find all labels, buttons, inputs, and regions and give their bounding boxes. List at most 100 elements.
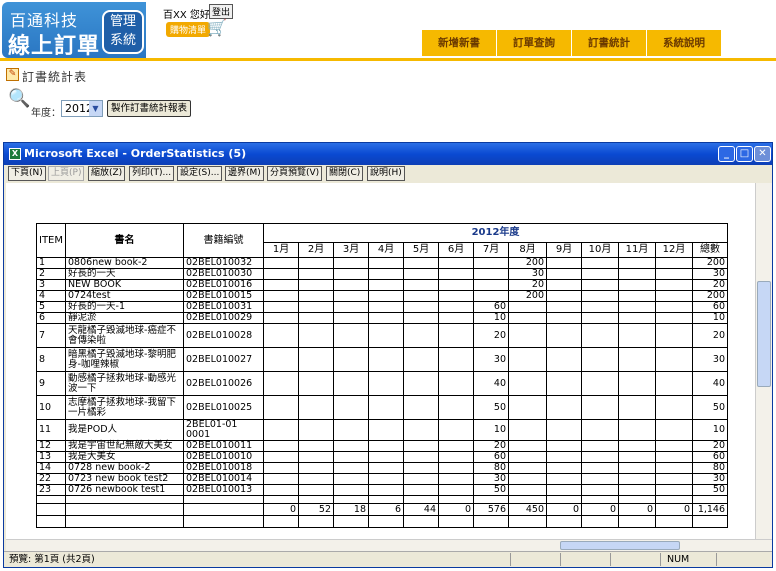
cell-empty <box>65 515 185 528</box>
cell-qty <box>618 279 657 291</box>
nav-new-book[interactable]: 新增新書 <box>422 30 497 56</box>
margins-button[interactable]: 邊界(M) <box>225 166 264 181</box>
cell-qty <box>438 484 475 496</box>
cell-qty <box>263 419 300 441</box>
cell-qty <box>368 462 405 474</box>
page-break-preview-button[interactable]: 分頁預覽(V) <box>267 166 323 181</box>
maximize-icon[interactable]: □ <box>736 146 753 162</box>
cell-total: 450 <box>508 503 548 516</box>
setup-button[interactable]: 設定(S)... <box>177 166 223 181</box>
make-report-button[interactable]: 製作訂書統計報表 <box>107 100 192 117</box>
cell-qty <box>333 312 370 324</box>
cell-total: 0 <box>618 503 657 516</box>
cell-qty <box>263 451 300 463</box>
cell-code: 02BEL010016 <box>183 279 265 291</box>
head-month: 10月 <box>581 241 620 259</box>
year-select[interactable]: 2012 ▼ <box>61 100 103 117</box>
cell-name: 0723 new book test2 <box>65 473 185 485</box>
head-month: 1月 <box>263 241 300 259</box>
vertical-scrollbar[interactable] <box>755 183 772 539</box>
chevron-down-icon[interactable]: ▼ <box>89 101 102 116</box>
cell-qty <box>581 290 620 302</box>
cell-empty <box>655 515 694 528</box>
nav-order-query[interactable]: 訂單查詢 <box>497 30 572 56</box>
shopping-cart-icon[interactable]: 🛒 <box>207 18 227 37</box>
table-row: 11 我是POD人 2BEL01-01 0001 10 10 <box>35 419 729 441</box>
help-button[interactable]: 說明(H) <box>367 166 405 181</box>
cell-empty <box>438 515 475 528</box>
zoom-button[interactable]: 縮放(Z) <box>88 166 126 181</box>
minimize-icon[interactable]: _ <box>718 146 735 162</box>
cell-qty <box>368 473 405 485</box>
close-icon[interactable]: ✕ <box>754 146 771 162</box>
cell-qty <box>508 484 548 496</box>
cell-qty <box>546 451 583 463</box>
cell-qty <box>546 312 583 324</box>
cell-name: NEW BOOK <box>65 279 185 291</box>
cell-empty <box>581 515 620 528</box>
logout-button[interactable]: 登出 <box>209 4 234 19</box>
horizontal-scroll-thumb[interactable] <box>560 541 680 550</box>
cell-name: 天龍橘子毀滅地球-癌症不會傳染啦 <box>65 323 185 348</box>
cell-code: 02BEL010030 <box>183 268 265 280</box>
cell-qty <box>333 473 370 485</box>
cart-button[interactable]: 購物清單 <box>166 22 211 37</box>
cell-empty <box>473 515 510 528</box>
nav-help[interactable]: 系統說明 <box>647 30 722 56</box>
cell-qty <box>581 268 620 280</box>
logo-line2: 線上訂單 <box>8 34 101 59</box>
prev-page-button[interactable]: 上頁(P) <box>48 166 85 181</box>
main-nav: 新增新書 訂單查詢 訂書統計 系統說明 <box>422 30 722 56</box>
excel-icon: X <box>9 148 21 160</box>
cell-qty <box>368 301 405 313</box>
site-logo[interactable]: 百通科技 線上訂單 管理 系統 <box>2 2 146 59</box>
cell-qty <box>618 301 657 313</box>
cell-name: 0806new book-2 <box>65 257 185 269</box>
table-row: 5 好長的一天-1 02BEL010031 60 60 <box>35 301 729 313</box>
cell-qty <box>618 419 657 441</box>
cell-code: 02BEL010029 <box>183 312 265 324</box>
cell-qty <box>581 462 620 474</box>
cell-qty <box>263 323 300 348</box>
cell-qty: 60 <box>473 301 510 313</box>
cell-qty <box>263 312 300 324</box>
cell-qty <box>333 347 370 372</box>
cell-item: 9 <box>35 371 67 396</box>
cell-qty <box>655 473 694 485</box>
cell-qty <box>655 440 694 452</box>
head-month: 5月 <box>403 241 440 259</box>
cell-total: 0 <box>655 503 694 516</box>
close-button[interactable]: 關閉(C) <box>326 166 364 181</box>
cell-name: 志摩橘子拯救地球-我留下一片橘彩 <box>65 395 185 420</box>
horizontal-scrollbar[interactable] <box>6 539 772 551</box>
cell-qty <box>581 371 620 396</box>
cell-qty <box>438 312 475 324</box>
cell-empty <box>368 515 405 528</box>
cell-qty <box>655 484 694 496</box>
cell-qty <box>298 301 335 313</box>
cell-code: 02BEL010027 <box>183 347 265 372</box>
cell-empty <box>618 515 657 528</box>
cell-name: 我是POD人 <box>65 419 185 441</box>
print-button[interactable]: 列印(T)... <box>129 166 175 181</box>
cell-qty <box>263 484 300 496</box>
vertical-scroll-thumb[interactable] <box>757 281 771 387</box>
cell-qty: 30 <box>473 473 510 485</box>
cell-qty <box>508 347 548 372</box>
cell-empty <box>35 503 67 516</box>
logo-badge-line1: 管理 <box>109 14 136 29</box>
cell-qty <box>581 395 620 420</box>
cell-qty <box>618 312 657 324</box>
cell-qty <box>298 279 335 291</box>
cell-qty <box>581 473 620 485</box>
next-page-button[interactable]: 下頁(N) <box>8 166 46 181</box>
cell-empty <box>438 495 475 504</box>
cell-empty <box>508 495 548 504</box>
cell-qty: 200 <box>508 290 548 302</box>
nav-order-stats[interactable]: 訂書統計 <box>572 30 647 56</box>
cell-code: 02BEL010032 <box>183 257 265 269</box>
cell-qty <box>333 440 370 452</box>
cell-qty <box>618 395 657 420</box>
cell-name: 好長的一天 <box>65 268 185 280</box>
cell-qty <box>508 312 548 324</box>
